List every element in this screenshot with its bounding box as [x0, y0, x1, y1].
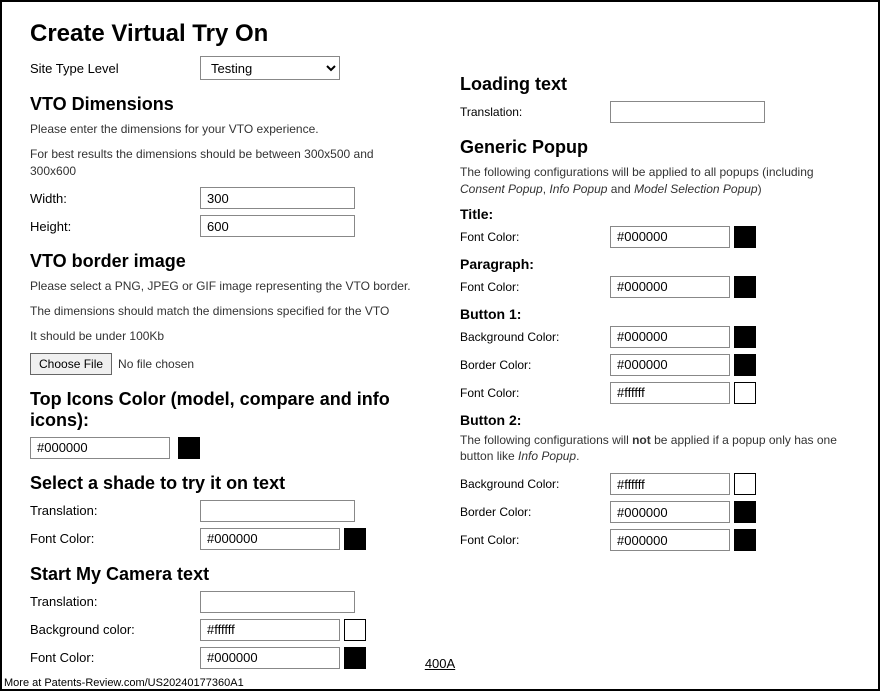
popup-btn2-heading: Button 2:: [460, 412, 850, 428]
popup-btn1-bg-swatch[interactable]: [734, 326, 756, 348]
popup-btn2-bg-input[interactable]: [610, 473, 730, 495]
popup-para-fc-input[interactable]: [610, 276, 730, 298]
popup-title-fc-input[interactable]: [610, 226, 730, 248]
popup-btn1-heading: Button 1:: [460, 306, 850, 322]
top-icons-heading: Top Icons Color (model, compare and info…: [30, 389, 420, 431]
popup-heading: Generic Popup: [460, 137, 850, 158]
loading-heading: Loading text: [460, 74, 850, 95]
shade-heading: Select a shade to try it on text: [30, 473, 420, 494]
popup-btn1-border-label: Border Color:: [460, 358, 610, 372]
camera-translation-input[interactable]: [200, 591, 355, 613]
shade-translation-label: Translation:: [30, 503, 200, 518]
width-label: Width:: [30, 191, 200, 206]
site-level-select[interactable]: Testing: [200, 56, 340, 80]
popup-btn2-fc-input[interactable]: [610, 529, 730, 551]
vto-border-help3: It should be under 100Kb: [30, 328, 420, 345]
loading-translation-input[interactable]: [610, 101, 765, 123]
popup-btn1-border-input[interactable]: [610, 354, 730, 376]
height-label: Height:: [30, 219, 200, 234]
camera-fc-label: Font Color:: [30, 650, 200, 665]
camera-bg-label: Background color:: [30, 622, 200, 637]
vto-border-help2: The dimensions should match the dimensio…: [30, 303, 420, 320]
right-column: Loading text Translation: Generic Popup …: [460, 20, 850, 671]
vto-border-heading: VTO border image: [30, 251, 420, 272]
popup-btn2-fc-swatch[interactable]: [734, 529, 756, 551]
popup-btn1-fc-input[interactable]: [610, 382, 730, 404]
file-status: No file chosen: [118, 357, 194, 371]
popup-title-fc-label: Font Color:: [460, 230, 610, 244]
top-icons-color-swatch[interactable]: [178, 437, 200, 459]
popup-btn2-bg-swatch[interactable]: [734, 473, 756, 495]
height-input[interactable]: [200, 215, 355, 237]
camera-heading: Start My Camera text: [30, 564, 420, 585]
vto-dimensions-heading: VTO Dimensions: [30, 94, 420, 115]
figure-label: 400A: [425, 656, 455, 671]
popup-btn2-border-label: Border Color:: [460, 505, 610, 519]
page-title: Create Virtual Try On: [30, 20, 420, 48]
popup-btn1-bg-label: Background Color:: [460, 330, 610, 344]
popup-btn2-border-input[interactable]: [610, 501, 730, 523]
width-input[interactable]: [200, 187, 355, 209]
popup-para-heading: Paragraph:: [460, 256, 850, 272]
camera-fc-swatch[interactable]: [344, 647, 366, 669]
popup-btn2-fc-label: Font Color:: [460, 533, 610, 547]
camera-fc-input[interactable]: [200, 647, 340, 669]
popup-title-fc-swatch[interactable]: [734, 226, 756, 248]
popup-btn1-fc-swatch[interactable]: [734, 382, 756, 404]
left-column: Create Virtual Try On Site Type Level Te…: [30, 20, 420, 671]
loading-translation-label: Translation:: [460, 105, 610, 119]
popup-btn1-fc-label: Font Color:: [460, 386, 610, 400]
shade-fontcolor-input[interactable]: [200, 528, 340, 550]
popup-btn2-help: The following configurations will not be…: [460, 432, 850, 466]
popup-btn2-bg-label: Background Color:: [460, 477, 610, 491]
popup-btn1-border-swatch[interactable]: [734, 354, 756, 376]
vto-border-help1: Please select a PNG, JPEG or GIF image r…: [30, 278, 420, 295]
camera-translation-label: Translation:: [30, 594, 200, 609]
popup-btn2-border-swatch[interactable]: [734, 501, 756, 523]
popup-para-fc-swatch[interactable]: [734, 276, 756, 298]
popup-btn1-bg-input[interactable]: [610, 326, 730, 348]
choose-file-button[interactable]: Choose File: [30, 353, 112, 375]
top-icons-color-input[interactable]: [30, 437, 170, 459]
shade-translation-input[interactable]: [200, 500, 355, 522]
site-level-label: Site Type Level: [30, 61, 200, 76]
vto-dimensions-help1: Please enter the dimensions for your VTO…: [30, 121, 420, 138]
popup-para-fc-label: Font Color:: [460, 280, 610, 294]
shade-fontcolor-swatch[interactable]: [344, 528, 366, 550]
page: Create Virtual Try On Site Type Level Te…: [0, 0, 880, 691]
vto-dimensions-help2: For best results the dimensions should b…: [30, 146, 420, 180]
popup-help: The following configurations will be app…: [460, 164, 850, 198]
camera-bg-swatch[interactable]: [344, 619, 366, 641]
shade-fontcolor-label: Font Color:: [30, 531, 200, 546]
footer-text: More at Patents-Review.com/US20240177360…: [4, 677, 244, 689]
site-level-row: Site Type Level Testing: [30, 56, 420, 80]
camera-bg-input[interactable]: [200, 619, 340, 641]
popup-title-heading: Title:: [460, 206, 850, 222]
